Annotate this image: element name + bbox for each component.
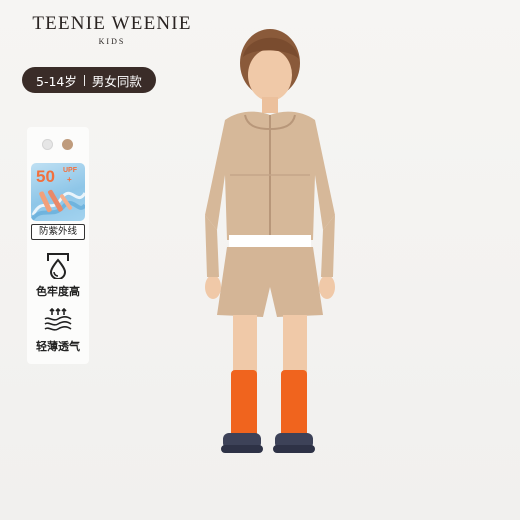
feature-panel: 50 UPF + 防紫外线 色牢度高 轻薄透气 bbox=[27, 127, 89, 364]
upf-plus: + bbox=[67, 175, 72, 184]
swatch-tan[interactable] bbox=[62, 139, 73, 150]
product-banner: TEENIE WEENIE KIDS 5-14岁 男女同款 50 UPF + 防… bbox=[0, 0, 520, 520]
breathable-label: 轻薄透气 bbox=[36, 340, 80, 353]
breathable-feature: 轻薄透气 bbox=[27, 308, 89, 354]
brand-logo: TEENIE WEENIE KIDS bbox=[22, 12, 202, 47]
model-photo bbox=[205, 29, 335, 453]
upf-caption: 防紫外线 bbox=[31, 224, 85, 240]
upf-unit: UPF bbox=[63, 167, 77, 174]
unisex-text: 男女同款 bbox=[91, 73, 142, 89]
swatch-white[interactable] bbox=[42, 139, 53, 150]
brand-title: TEENIE WEENIE bbox=[32, 13, 192, 34]
color-swatches bbox=[27, 127, 89, 161]
age-range-text: 5-14岁 bbox=[36, 73, 77, 89]
sun-protection-icon bbox=[31, 189, 85, 221]
brand-subtitle: KIDS bbox=[98, 37, 126, 46]
colorfast-feature: 色牢度高 bbox=[27, 251, 89, 299]
badge-divider bbox=[83, 74, 85, 86]
upf-feature: 50 UPF + 防紫外线 bbox=[31, 163, 85, 240]
airflow-waves-icon bbox=[44, 308, 72, 331]
upf-badge: 50 UPF + bbox=[31, 163, 85, 221]
colorfast-label: 色牢度高 bbox=[36, 285, 80, 298]
upf-value: 50 bbox=[36, 167, 55, 186]
age-gender-badge: 5-14岁 男女同款 bbox=[22, 67, 156, 93]
water-drop-icon bbox=[47, 253, 69, 279]
